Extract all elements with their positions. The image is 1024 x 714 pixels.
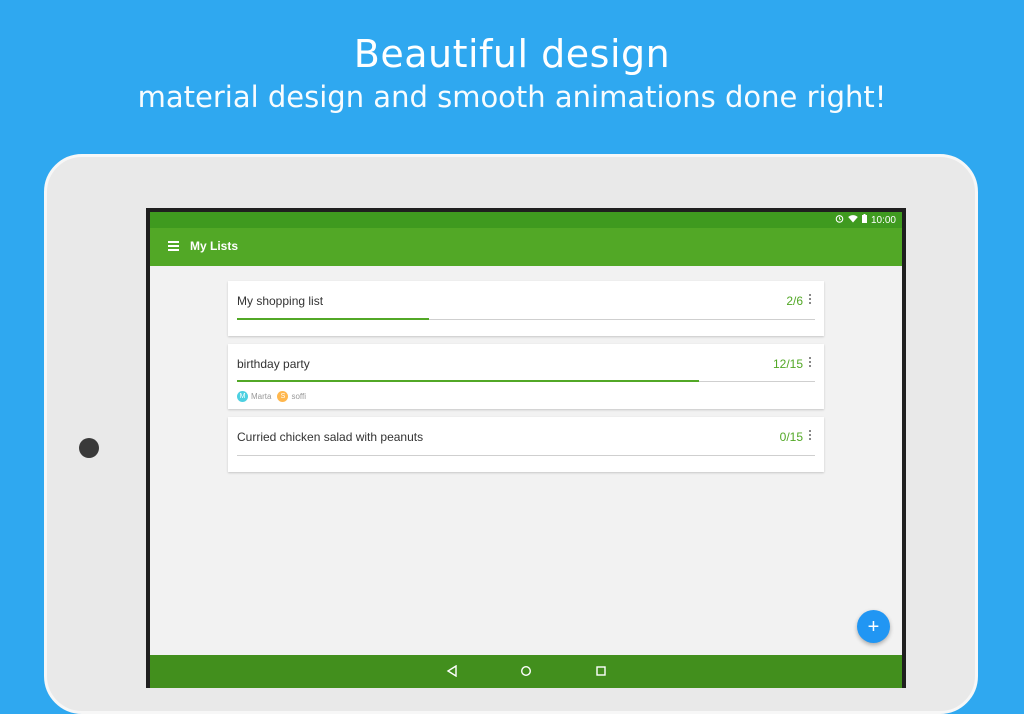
list-title: My shopping list [237,294,324,308]
member-chip: M Marta [237,391,271,402]
progress-track [237,318,815,320]
battery-icon [861,214,867,226]
member-chip: S soffi [277,391,306,402]
member-name: soffi [291,392,306,401]
progress-track [237,455,815,456]
back-icon[interactable] [446,664,458,682]
list-count: 2/6 [786,294,803,308]
list-title: Curried chicken salad with peanuts [237,430,424,444]
hamburger-menu-icon[interactable] [168,241,179,251]
app-screen: 10:00 My Lists My shopping list 2/6 birt… [150,212,902,688]
system-nav-bar [150,655,902,688]
list-card-shopping[interactable]: My shopping list 2/6 [228,281,824,336]
wifi-icon [848,214,858,226]
alarm-icon [835,214,844,226]
progress-track [237,380,815,382]
status-time: 10:00 [870,214,896,226]
avatar: M [237,391,248,402]
promo-headline: Beautiful design [353,32,671,76]
list-title: birthday party [237,357,310,371]
progress-fill [237,318,430,320]
list-count: 12/15 [772,357,803,371]
more-options-icon[interactable] [809,357,812,368]
more-options-icon[interactable] [809,294,812,305]
plus-icon: + [867,615,880,638]
page-title: My Lists [190,239,239,253]
app-bar: My Lists [150,228,902,266]
device-screen: 10:00 My Lists My shopping list 2/6 birt… [146,208,906,688]
list-count: 0/15 [779,430,803,444]
member-list: M Marta S soffi [237,391,312,402]
home-icon[interactable] [520,664,532,682]
promo-subline: material design and smooth animations do… [137,80,887,114]
recents-icon[interactable] [595,664,607,682]
avatar: S [277,391,289,402]
list-card-birthday[interactable]: birthday party 12/15 M Marta S soffi [228,344,824,409]
more-options-icon[interactable] [809,430,812,441]
camera-icon [79,438,99,458]
member-name: Marta [251,392,272,401]
progress-fill [237,380,700,382]
add-list-button[interactable]: + [857,610,890,643]
status-bar: 10:00 [150,212,902,228]
list-card-curried-chicken[interactable]: Curried chicken salad with peanuts 0/15 [228,417,824,472]
